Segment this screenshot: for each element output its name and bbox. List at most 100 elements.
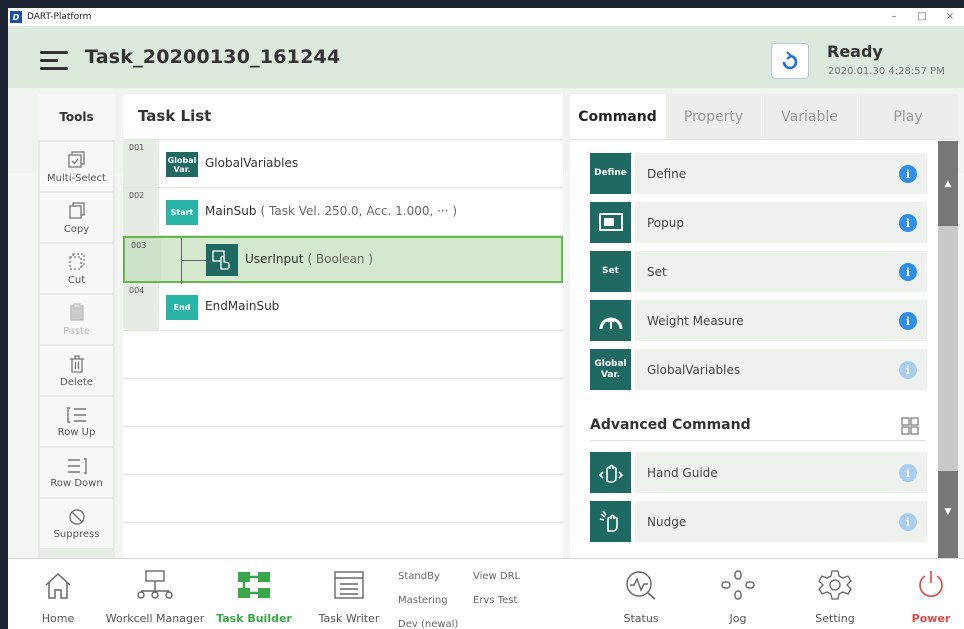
status-icon	[626, 571, 656, 600]
nav-status[interactable]: Status	[616, 565, 666, 629]
global-var-icon: Global Var.	[590, 349, 631, 390]
close-button[interactable]: ×	[936, 8, 964, 26]
bottom-navigation: Home Workcell Manager Task Builder Task …	[8, 558, 964, 629]
tab-play[interactable]: Play	[857, 94, 958, 139]
command-scrollbar[interactable]: ▲ ▼	[938, 141, 958, 560]
advanced-command-title: Advanced Command	[590, 417, 751, 433]
empty-row[interactable]	[123, 427, 563, 475]
dart-platform-window: D DART-Platform – □ × Task_20200130_1612…	[8, 8, 964, 629]
info-icon[interactable]: i	[899, 513, 917, 531]
command-label: Set	[647, 265, 667, 279]
command-item-weight-measure[interactable]: Weight Measure i	[590, 300, 927, 341]
hand-guide-icon	[590, 452, 631, 493]
weight-measure-icon	[590, 300, 631, 341]
paste-button[interactable]: Paste	[40, 295, 113, 344]
standby-link[interactable]: StandBy	[398, 571, 440, 582]
robot-status-button[interactable]	[771, 43, 809, 79]
info-icon[interactable]: i	[899, 361, 917, 379]
row-label-name: UserInput	[245, 252, 304, 266]
tab-variable[interactable]: Variable	[761, 94, 857, 139]
command-label: Popup	[647, 216, 684, 230]
empty-row[interactable]	[123, 331, 563, 379]
task-row-selected[interactable]: 003 UserInput( Boolean )	[123, 236, 563, 284]
empty-row[interactable]	[123, 475, 563, 523]
trash-icon	[69, 354, 84, 373]
nav-label: Task Builder	[216, 612, 292, 625]
paste-icon	[69, 303, 84, 321]
tool-label: Row Down	[50, 477, 103, 489]
info-icon[interactable]: i	[899, 263, 917, 281]
copy-button[interactable]: Copy	[40, 193, 113, 242]
nav-task-writer[interactable]: Task Writer	[312, 565, 386, 629]
row-up-button[interactable]: Row Up	[40, 397, 113, 446]
nudge-icon	[590, 501, 631, 542]
ervs-test-link[interactable]: Ervs Test	[473, 595, 517, 606]
info-icon[interactable]: i	[899, 214, 917, 232]
row-down-button[interactable]: Row Down	[40, 448, 113, 497]
task-row[interactable]: 002 Start MainSub( Task Vel. 250.0, Acc.…	[123, 188, 563, 236]
task-row[interactable]: 001 Global Var. GlobalVariables	[123, 140, 563, 188]
row-params: ( Boolean )	[307, 252, 374, 266]
view-drl-link[interactable]: View DRL	[473, 571, 520, 582]
row-number: 002	[123, 188, 159, 235]
tool-label: Copy	[63, 223, 90, 235]
task-row[interactable]: 004 End EndMainSub	[123, 283, 563, 331]
info-icon[interactable]: i	[899, 165, 917, 183]
nav-label: Home	[41, 612, 75, 625]
end-badge: End	[166, 295, 198, 320]
command-label: GlobalVariables	[647, 363, 741, 377]
mastering-link[interactable]: Mastering	[398, 595, 448, 606]
command-panel: Command Property Variable Play Define De…	[570, 94, 958, 560]
nav-task-builder[interactable]: Task Builder	[216, 565, 292, 629]
delete-button[interactable]: Delete	[40, 346, 113, 395]
row-number: 003	[125, 238, 161, 281]
tab-property[interactable]: Property	[665, 94, 761, 139]
row-down-icon	[67, 457, 87, 474]
command-item-set[interactable]: Set Set i	[590, 251, 927, 292]
scroll-down-icon[interactable]: ▼	[942, 507, 954, 519]
gear-icon	[818, 570, 852, 600]
command-item-global-variables[interactable]: Global Var. GlobalVariables i	[590, 349, 927, 390]
row-label-name: MainSub	[205, 204, 257, 218]
nav-jog[interactable]: Jog	[713, 565, 763, 629]
task-writer-icon	[334, 571, 364, 599]
power-icon	[919, 571, 943, 597]
set-icon: Set	[590, 251, 631, 292]
task-list-panel: Task List 001 Global Var. GlobalVariable…	[123, 94, 563, 560]
robot-status-label: Ready	[827, 42, 883, 61]
multi-select-icon	[67, 150, 85, 168]
command-item-popup[interactable]: Popup i	[590, 202, 927, 243]
cut-button[interactable]: Cut	[40, 244, 113, 293]
nav-label: Setting	[815, 612, 855, 625]
command-item-define[interactable]: Define Define i	[590, 153, 927, 194]
define-icon: Define	[590, 153, 631, 194]
tools-title: Tools	[38, 94, 115, 140]
command-label: Weight Measure	[647, 314, 744, 328]
nav-home[interactable]: Home	[32, 565, 84, 629]
nav-workcell-manager[interactable]: Workcell Manager	[105, 565, 205, 629]
suppress-button[interactable]: Suppress	[40, 499, 113, 548]
row-label: UserInput( Boolean )	[245, 252, 373, 266]
grid-view-icon[interactable]	[901, 417, 919, 435]
command-label: Nudge	[647, 515, 687, 529]
menu-icon[interactable]	[40, 51, 68, 75]
dev-link[interactable]: Dev (newal)	[398, 619, 458, 629]
maximize-button[interactable]: □	[908, 8, 936, 26]
nav-setting[interactable]: Setting	[810, 565, 860, 629]
info-icon[interactable]: i	[899, 464, 917, 482]
nav-power[interactable]: Power	[906, 565, 956, 629]
row-label: EndMainSub	[205, 299, 280, 313]
info-icon[interactable]: i	[899, 312, 917, 330]
multi-select-button[interactable]: Multi-Select	[40, 142, 113, 191]
scroll-up-icon[interactable]: ▲	[942, 179, 954, 191]
nav-label: Task Writer	[318, 612, 380, 625]
title-bar: D DART-Platform – □ ×	[8, 8, 964, 26]
command-item-hand-guide[interactable]: Hand Guide i	[590, 452, 927, 493]
empty-row[interactable]	[123, 379, 563, 427]
tool-label: Cut	[67, 274, 86, 286]
panel-tabs: Command Property Variable Play	[570, 94, 958, 140]
nav-label: Jog	[729, 612, 747, 625]
tab-command[interactable]: Command	[570, 94, 665, 139]
minimize-button[interactable]: –	[880, 8, 908, 26]
command-item-nudge[interactable]: Nudge i	[590, 501, 927, 542]
